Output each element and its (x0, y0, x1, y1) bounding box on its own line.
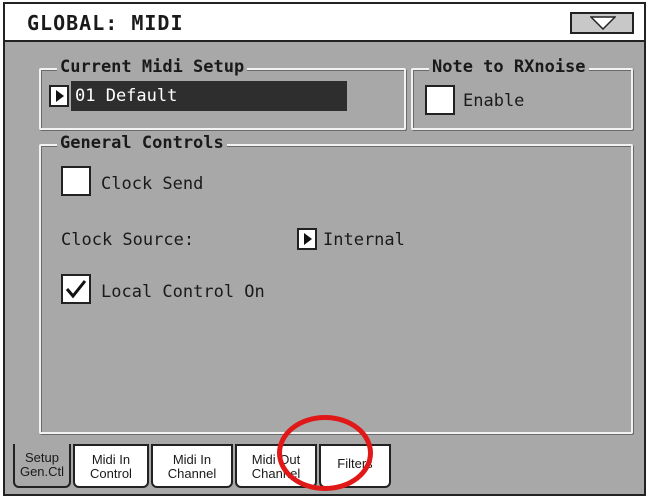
rxnoise-enable-label: Enable (463, 91, 525, 111)
tab-midi-in-control-line2: Control (90, 466, 132, 481)
midi-setup-value-field[interactable]: 01 Default (71, 81, 347, 111)
local-control-label: Local Control On (101, 282, 265, 302)
tab-midi-out-channel-line2: Channel (251, 466, 301, 481)
page-menu-button[interactable] (570, 12, 634, 34)
tab-midi-in-channel-line2: Channel (167, 466, 217, 481)
general-controls-title: General Controls (57, 133, 227, 153)
tab-filters[interactable]: Filters (319, 444, 391, 488)
note-to-rxnoise-title: Note to RXnoise (429, 57, 589, 77)
tab-midi-in-channel[interactable]: Midi In Channel (151, 444, 233, 488)
checkmark-icon (65, 280, 87, 299)
tab-midi-out-channel-line1: Midi Out (251, 452, 301, 467)
note-to-rxnoise-group: Note to RXnoise Enable (411, 57, 633, 130)
midi-global-screen: GLOBAL: MIDI Current Midi Setup 01 Defau… (3, 2, 646, 496)
tab-setup-line1: Setup (25, 450, 59, 465)
tab-setup-gen-ctl[interactable]: Setup Gen.Ctl (13, 444, 71, 488)
current-midi-setup-group: Current Midi Setup 01 Default (39, 57, 406, 130)
general-controls-group: General Controls Clock Send Clock Source… (39, 133, 633, 434)
midi-setup-value: 01 Default (75, 86, 178, 106)
tab-midi-in-control-line1: Midi In (91, 452, 131, 467)
clock-source-selector-arrow[interactable] (297, 228, 317, 250)
tab-filters-label: Filters (337, 456, 373, 471)
clock-send-label: Clock Send (101, 174, 204, 194)
tab-setup-line2: Gen.Ctl (19, 464, 65, 479)
tab-midi-out-channel[interactable]: Midi Out Channel (235, 444, 317, 488)
current-midi-setup-title: Current Midi Setup (57, 57, 248, 77)
triangle-down-icon (590, 16, 616, 30)
midi-setup-selector-arrow[interactable] (49, 85, 69, 107)
clock-send-checkbox[interactable] (61, 166, 91, 196)
clock-source-value[interactable]: Internal (323, 230, 405, 250)
local-control-checkbox[interactable] (61, 274, 91, 304)
tab-midi-in-control[interactable]: Midi In Control (73, 444, 149, 488)
title-bar: GLOBAL: MIDI (5, 4, 644, 42)
page-title: GLOBAL: MIDI (27, 11, 184, 35)
rxnoise-enable-checkbox[interactable] (425, 85, 455, 115)
tab-midi-in-channel-line1: Midi In (172, 452, 212, 467)
clock-source-label: Clock Source: (61, 230, 195, 250)
